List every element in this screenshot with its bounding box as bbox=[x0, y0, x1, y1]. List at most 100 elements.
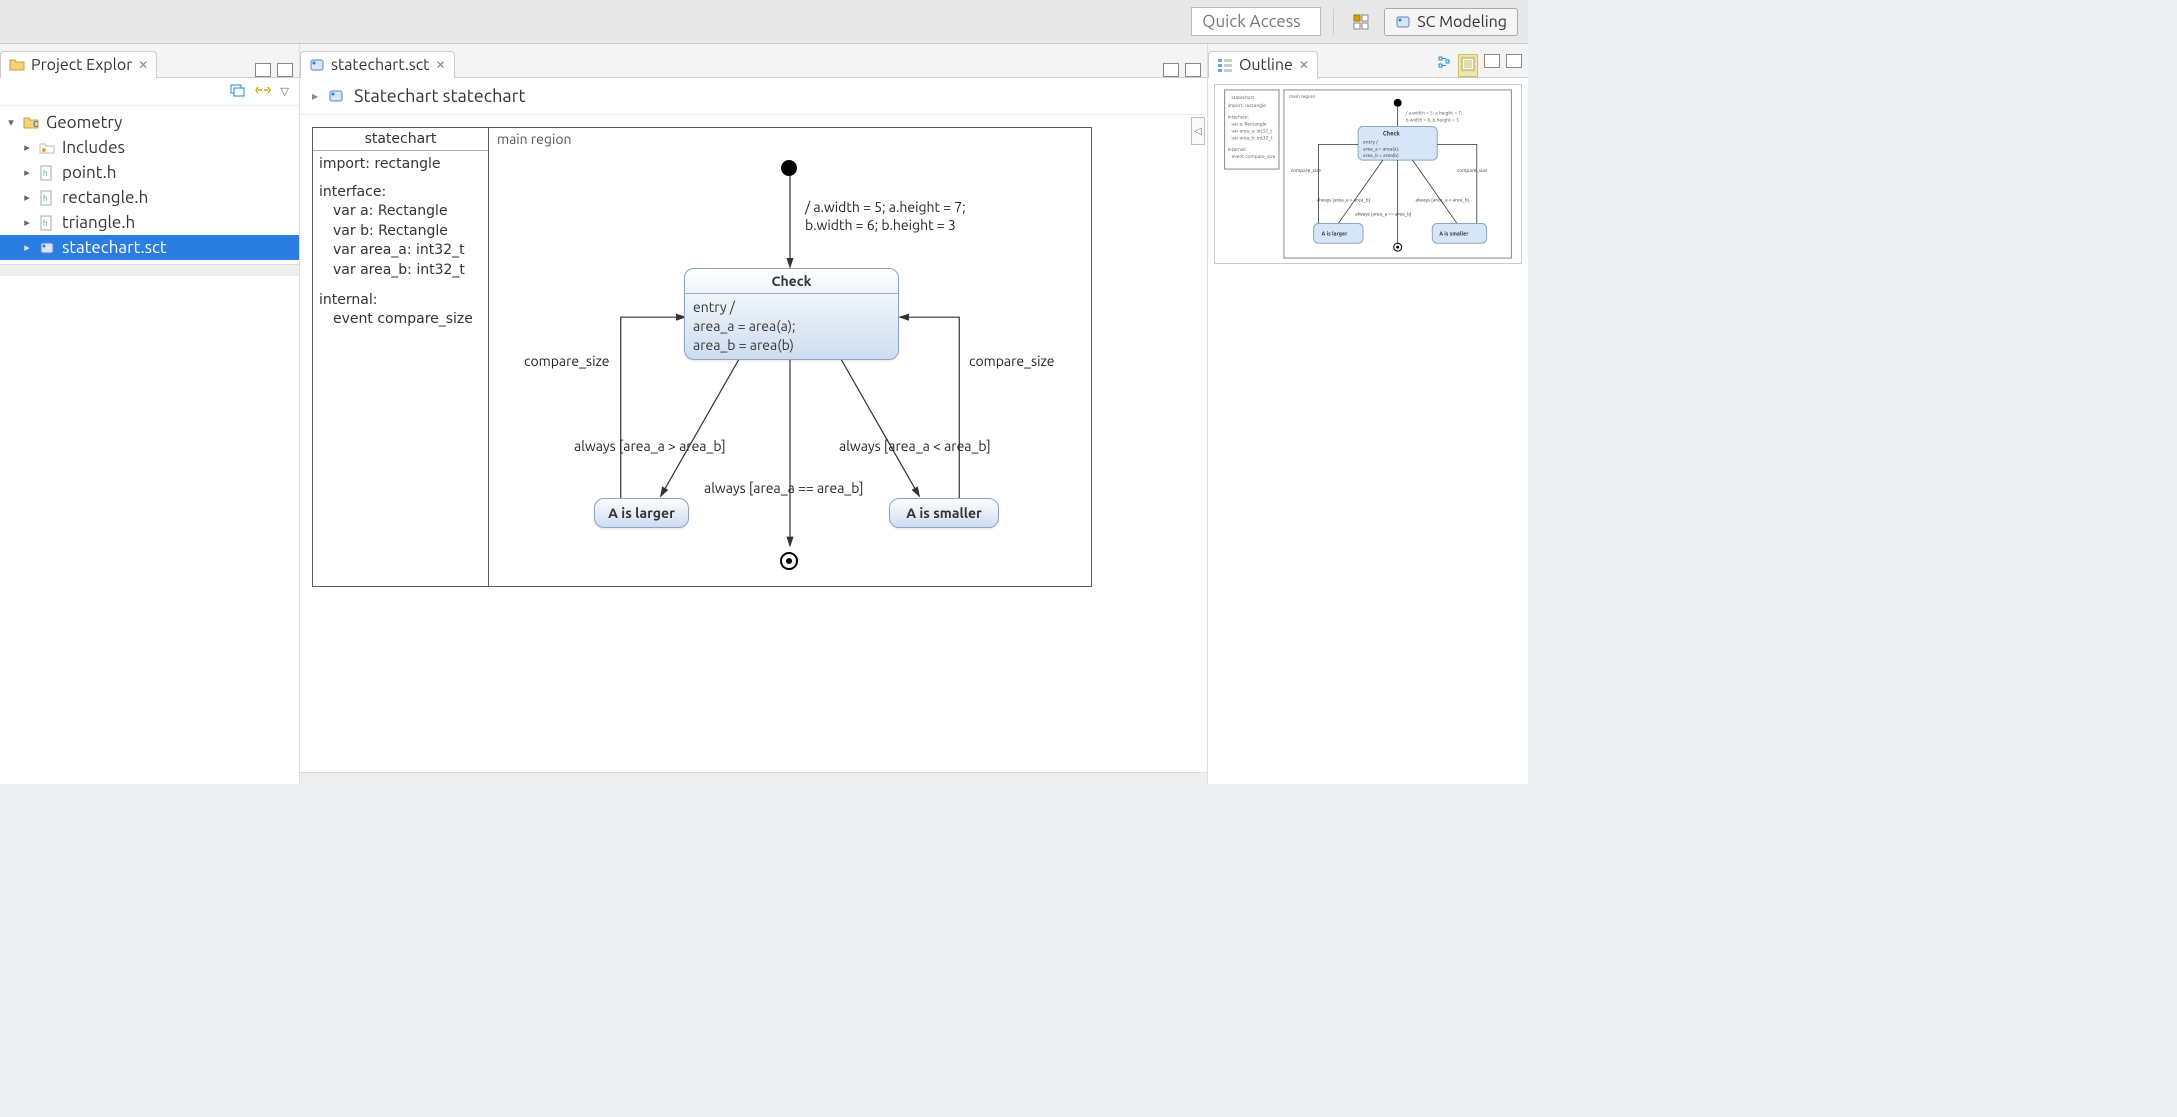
editor-panel: statechart.sct ✕ ▸ Statechart statechart… bbox=[300, 44, 1208, 784]
tree-item-label: triangle.h bbox=[62, 213, 135, 232]
minimize-view-button[interactable] bbox=[255, 63, 271, 77]
twisty-icon[interactable]: ▸ bbox=[22, 141, 32, 154]
diagram-canvas[interactable]: statechart import: rectangle interface: … bbox=[300, 115, 1207, 772]
final-state[interactable] bbox=[780, 552, 798, 570]
svg-text:Check: Check bbox=[1383, 130, 1401, 137]
breadcrumb-label: Statechart statechart bbox=[354, 86, 526, 106]
state-a-larger-label: A is larger bbox=[595, 499, 688, 527]
tree-item-point-h[interactable]: ▸ h point.h bbox=[0, 160, 299, 185]
transition-label-init: / a.width = 5; a.height = 7; b.width = 6… bbox=[805, 198, 966, 234]
breadcrumb[interactable]: ▸ Statechart statechart bbox=[300, 78, 1207, 115]
svg-text:var a: Rectangle: var a: Rectangle bbox=[1232, 121, 1267, 127]
transition-label-a-gt-b: always [area_a > area_b] bbox=[574, 438, 726, 454]
outline-thumbnail[interactable]: statechart import: rectangle interface: … bbox=[1214, 84, 1522, 264]
interface-line: var area_b: int32_t bbox=[319, 261, 482, 281]
project-explorer-title: Project Explor bbox=[31, 56, 132, 74]
tree-item-rectangle-h[interactable]: ▸ h rectangle.h bbox=[0, 185, 299, 210]
transition-label-compare-left: compare_size bbox=[524, 353, 610, 369]
twisty-icon[interactable]: ▸ bbox=[22, 216, 32, 229]
project-tree: ▾ C Geometry ▸ Includes ▸ h bbox=[0, 106, 299, 264]
outline-tree-mode-icon[interactable] bbox=[1436, 54, 1452, 77]
perspective-grid-icon bbox=[1353, 14, 1369, 30]
interface-header: interface: bbox=[319, 183, 482, 203]
svg-text:compare_size: compare_size bbox=[1457, 167, 1487, 173]
state-check[interactable]: Check entry / area_a = area(a); area_b =… bbox=[684, 268, 899, 360]
svg-text:internal:: internal: bbox=[1228, 146, 1246, 152]
quick-access-field[interactable]: Quick Access bbox=[1191, 7, 1321, 36]
outline-icon bbox=[1217, 57, 1233, 73]
maximize-view-button[interactable] bbox=[1185, 63, 1201, 77]
definition-title: statechart bbox=[313, 128, 488, 151]
tree-item-label: rectangle.h bbox=[62, 188, 148, 207]
twisty-icon[interactable]: ▸ bbox=[22, 166, 32, 179]
internal-line: event compare_size bbox=[319, 310, 482, 330]
minimize-view-button[interactable] bbox=[1484, 54, 1500, 68]
initial-state[interactable] bbox=[781, 160, 797, 176]
view-menu-icon[interactable]: ▽ bbox=[281, 85, 289, 98]
svg-text:import: rectangle: import: rectangle bbox=[1228, 102, 1267, 108]
interface-line: var area_a: int32_t bbox=[319, 241, 482, 261]
outline-panel: Outline ✕ bbox=[1208, 44, 1528, 784]
main-region[interactable]: main region bbox=[489, 128, 1091, 586]
svg-text:h: h bbox=[43, 194, 48, 203]
maximize-view-button[interactable] bbox=[277, 63, 293, 77]
svg-text:main region: main region bbox=[1289, 93, 1315, 99]
close-icon[interactable]: ✕ bbox=[435, 58, 445, 72]
svg-text:h: h bbox=[43, 169, 48, 178]
svg-text:entry /: entry / bbox=[1363, 138, 1378, 144]
minimize-view-button[interactable] bbox=[1163, 63, 1179, 77]
open-perspective-button[interactable] bbox=[1346, 9, 1376, 35]
svg-text:A is smaller: A is smaller bbox=[1439, 230, 1469, 237]
tree-root-label: Geometry bbox=[46, 113, 122, 132]
project-explorer-tab[interactable]: Project Explor ✕ bbox=[0, 51, 157, 78]
palette-flyout-handle[interactable]: ◁ bbox=[1191, 117, 1205, 145]
svg-text:/ a.width = 5; a.height = 7;: / a.width = 5; a.height = 7; bbox=[1405, 110, 1463, 116]
transition-label-a-eq-b: always [area_a == area_b] bbox=[704, 480, 864, 496]
tree-item-includes[interactable]: ▸ Includes bbox=[0, 135, 299, 160]
svg-text:A is larger: A is larger bbox=[1322, 230, 1349, 237]
state-a-is-larger[interactable]: A is larger bbox=[594, 498, 689, 528]
outline-title: Outline bbox=[1239, 56, 1293, 74]
twisty-icon[interactable]: ▸ bbox=[22, 191, 32, 204]
horizontal-scrollbar[interactable] bbox=[0, 264, 299, 276]
definition-panel[interactable]: statechart import: rectangle interface: … bbox=[313, 128, 489, 586]
svg-text:statechart: statechart bbox=[1232, 94, 1255, 100]
twisty-icon[interactable]: ▾ bbox=[6, 116, 16, 129]
state-a-is-smaller[interactable]: A is smaller bbox=[889, 498, 999, 528]
perspective-label: SC Modeling bbox=[1417, 13, 1507, 31]
state-check-title: Check bbox=[685, 269, 898, 293]
editor-tab-label: statechart.sct bbox=[331, 56, 429, 74]
transition-label-compare-right: compare_size bbox=[969, 353, 1055, 369]
maximize-view-button[interactable] bbox=[1506, 54, 1522, 68]
internal-header: internal: bbox=[319, 291, 482, 311]
close-icon[interactable]: ✕ bbox=[138, 58, 148, 72]
includes-folder-icon bbox=[38, 139, 56, 157]
editor-tab-statechart[interactable]: statechart.sct ✕ bbox=[300, 51, 455, 78]
outline-overview-mode-icon[interactable] bbox=[1458, 54, 1478, 77]
statechart-file-icon bbox=[309, 57, 325, 73]
twisty-icon[interactable]: ▸ bbox=[22, 241, 32, 254]
project-explorer-panel: Project Explor ✕ ▽ ▾ bbox=[0, 44, 300, 784]
horizontal-scrollbar[interactable] bbox=[300, 772, 1207, 784]
tree-project-root[interactable]: ▾ C Geometry bbox=[0, 110, 299, 135]
divider bbox=[1333, 9, 1334, 35]
close-icon[interactable]: ✕ bbox=[1299, 58, 1309, 72]
interface-line: var b: Rectangle bbox=[319, 222, 482, 242]
link-with-editor-icon[interactable] bbox=[255, 82, 271, 101]
svg-text:interface:: interface: bbox=[1228, 114, 1249, 120]
outline-tab[interactable]: Outline ✕ bbox=[1208, 51, 1318, 78]
tree-item-triangle-h[interactable]: ▸ h triangle.h bbox=[0, 210, 299, 235]
top-toolbar: Quick Access SC Modeling bbox=[0, 0, 1528, 44]
collapse-all-icon[interactable] bbox=[229, 82, 245, 101]
svg-text:var area_a: int32_t: var area_a: int32_t bbox=[1232, 127, 1273, 133]
header-file-icon: h bbox=[38, 164, 56, 182]
definition-import: import: rectangle bbox=[319, 155, 482, 175]
svg-text:h: h bbox=[43, 219, 48, 228]
tree-item-statechart-sct[interactable]: ▸ statechart.sct bbox=[0, 235, 299, 260]
state-check-body: entry / area_a = area(a); area_b = area(… bbox=[685, 293, 898, 359]
statechart-icon bbox=[1395, 14, 1411, 30]
svg-text:always [area_a == area_b]: always [area_a == area_b] bbox=[1355, 211, 1412, 217]
svg-text:area_b = area(b): area_b = area(b) bbox=[1363, 152, 1399, 159]
perspective-sc-modeling[interactable]: SC Modeling bbox=[1384, 8, 1518, 36]
chevron-right-icon: ▸ bbox=[312, 89, 318, 103]
